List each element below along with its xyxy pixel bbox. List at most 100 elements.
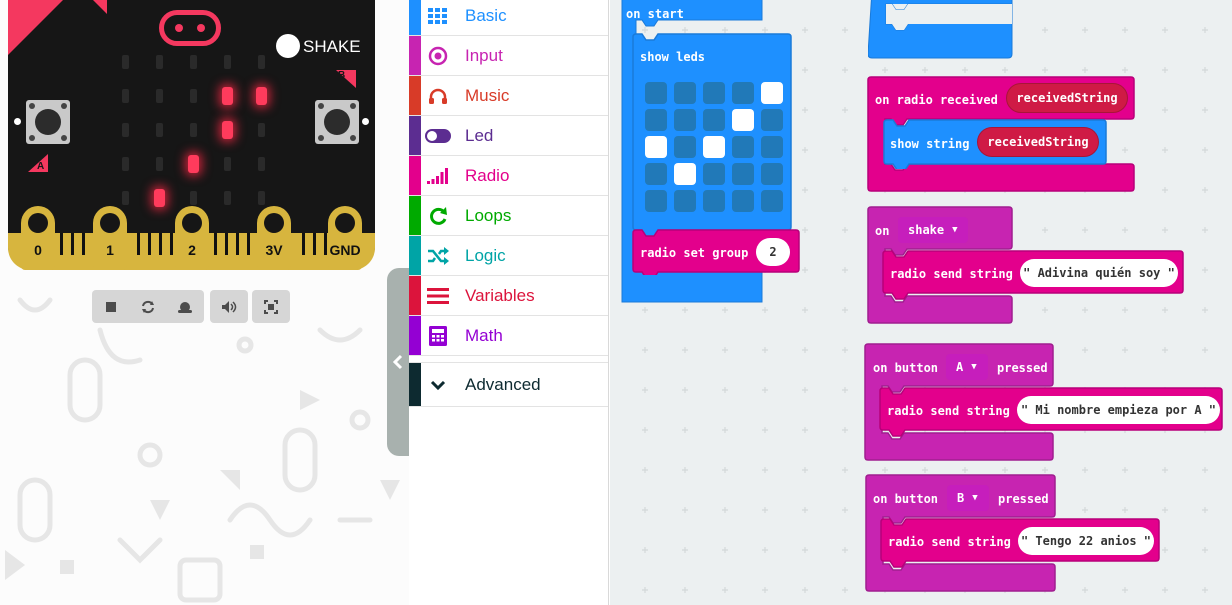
slow-motion-button[interactable] (166, 290, 204, 323)
pin-label: 3V (265, 242, 283, 258)
led-pixel (255, 87, 267, 105)
calculator-icon (421, 325, 455, 346)
button-a-label: A (37, 161, 45, 172)
led-toggle-cell[interactable] (703, 163, 725, 185)
blocks-workspace[interactable]: on start show leds radio set group 2 on … (610, 0, 1232, 605)
led-toggle-cell[interactable] (674, 190, 696, 212)
led-toggle-cell[interactable] (645, 82, 667, 104)
button-b-dropdown[interactable]: B ▼ (947, 485, 989, 511)
toolbox-category-math[interactable]: Math (409, 316, 608, 356)
category-stripe (409, 236, 421, 275)
stop-button[interactable] (92, 290, 130, 323)
led-pixel (121, 157, 129, 171)
led-pixel (189, 89, 197, 103)
shake-button[interactable] (276, 34, 300, 58)
pin-2[interactable] (175, 206, 209, 270)
received-string-variable[interactable]: receivedString (977, 127, 1099, 157)
led-toggle-cell[interactable] (761, 163, 783, 185)
connector-tooth (148, 233, 151, 255)
led-toggle-cell[interactable] (732, 190, 754, 212)
pressed-label: pressed (998, 492, 1049, 506)
signal-bars-icon (421, 167, 455, 184)
led-pixel (121, 89, 129, 103)
gesture-dropdown[interactable]: shake ▼ (898, 217, 968, 243)
connector-tooth (225, 233, 228, 255)
toolbox-category-radio[interactable]: Radio (409, 156, 608, 196)
led-toggle-cell[interactable] (732, 82, 754, 104)
on-shake-prefix: on (875, 224, 890, 238)
collapse-simulator-button[interactable] (387, 268, 409, 456)
pin-label: GND (329, 242, 361, 258)
toolbox-advanced[interactable]: Advanced (409, 362, 608, 407)
headphones-icon (421, 87, 455, 105)
dropdown-arrow-icon: ▼ (952, 225, 958, 235)
toolbox-category-basic[interactable]: Basic (409, 0, 608, 36)
led-pixel (223, 191, 231, 205)
led-toggle-cell[interactable] (703, 190, 725, 212)
simulator-controls (92, 290, 290, 323)
led-toggle-cell[interactable] (645, 136, 667, 158)
send-string-input[interactable]: " Mi nombre empieza por A " (1017, 396, 1220, 424)
led-toggle-cell[interactable] (645, 163, 667, 185)
toolbox-category-led[interactable]: Led (409, 116, 608, 156)
chevron-down-icon (421, 379, 455, 391)
toolbox-category-music[interactable]: Music (409, 76, 608, 116)
led-toggle-cell[interactable] (703, 109, 725, 131)
led-pixel (121, 123, 129, 137)
toolbox-category-logic[interactable]: Logic (409, 236, 608, 276)
button-a[interactable] (26, 100, 70, 144)
toolbox-category-input[interactable]: Input (409, 36, 608, 76)
on-button-prefix: on button (873, 361, 939, 375)
stop-icon (106, 301, 116, 312)
button-value: B (957, 491, 965, 505)
send-string-value: Mi nombre empieza por A (1035, 403, 1202, 417)
category-label: Loops (465, 205, 512, 225)
quote-open: " (1023, 266, 1038, 280)
led-toggle-cell[interactable] (645, 109, 667, 131)
led-toggle-cell[interactable] (761, 136, 783, 158)
screenshot-button[interactable] (252, 290, 290, 323)
pin-1[interactable] (93, 206, 127, 270)
button-b-label: B (338, 70, 346, 81)
led-pixel (155, 55, 163, 69)
toolbox: Basic Input Music Led Radio Loops Logic … (409, 0, 609, 605)
led-toggle-cell[interactable] (674, 163, 696, 185)
led-toggle-cell[interactable] (732, 109, 754, 131)
radio-send-string-label: radio send string (890, 267, 1013, 281)
send-string-input[interactable]: " Tengo 22 anios " (1018, 527, 1154, 555)
pin-0[interactable] (21, 206, 55, 270)
led-toggle-cell[interactable] (703, 136, 725, 158)
led-toggle-cell[interactable] (761, 109, 783, 131)
send-string-input[interactable]: " Adivina quién soy " (1020, 259, 1178, 287)
led-toggle-cell[interactable] (732, 136, 754, 158)
led-pixel (189, 123, 197, 137)
toolbox-category-loops[interactable]: Loops (409, 196, 608, 236)
led-toggle-cell[interactable] (674, 82, 696, 104)
led-toggle-cell[interactable] (645, 190, 667, 212)
received-string-param[interactable]: receivedString (1006, 83, 1128, 113)
button-a-dropdown[interactable]: A ▼ (946, 354, 988, 380)
radio-group-input[interactable]: 2 (756, 238, 790, 266)
led-toggle-cell[interactable] (761, 190, 783, 212)
pin-3v (257, 206, 291, 270)
button-b[interactable] (315, 100, 359, 144)
pin-label: 1 (106, 242, 114, 258)
category-label: Variables (465, 285, 535, 305)
category-stripe (409, 363, 421, 406)
category-label: Led (465, 125, 494, 145)
partial-basic-block[interactable] (868, 0, 1018, 62)
led-pixel (257, 157, 265, 171)
screenshot-icon (264, 299, 278, 314)
restart-button[interactable] (130, 290, 166, 323)
led-toggle-cell[interactable] (761, 82, 783, 104)
target-icon (421, 46, 455, 66)
led-toggle-cell[interactable] (703, 82, 725, 104)
category-stripe (409, 276, 421, 315)
led-toggle-cell[interactable] (674, 136, 696, 158)
led-toggle-cell[interactable] (674, 109, 696, 131)
mute-button[interactable] (210, 290, 248, 323)
shuffle-icon (421, 246, 455, 265)
led-toggle-cell[interactable] (732, 163, 754, 185)
led-pixel (153, 189, 165, 207)
toolbox-category-variables[interactable]: Variables (409, 276, 608, 316)
